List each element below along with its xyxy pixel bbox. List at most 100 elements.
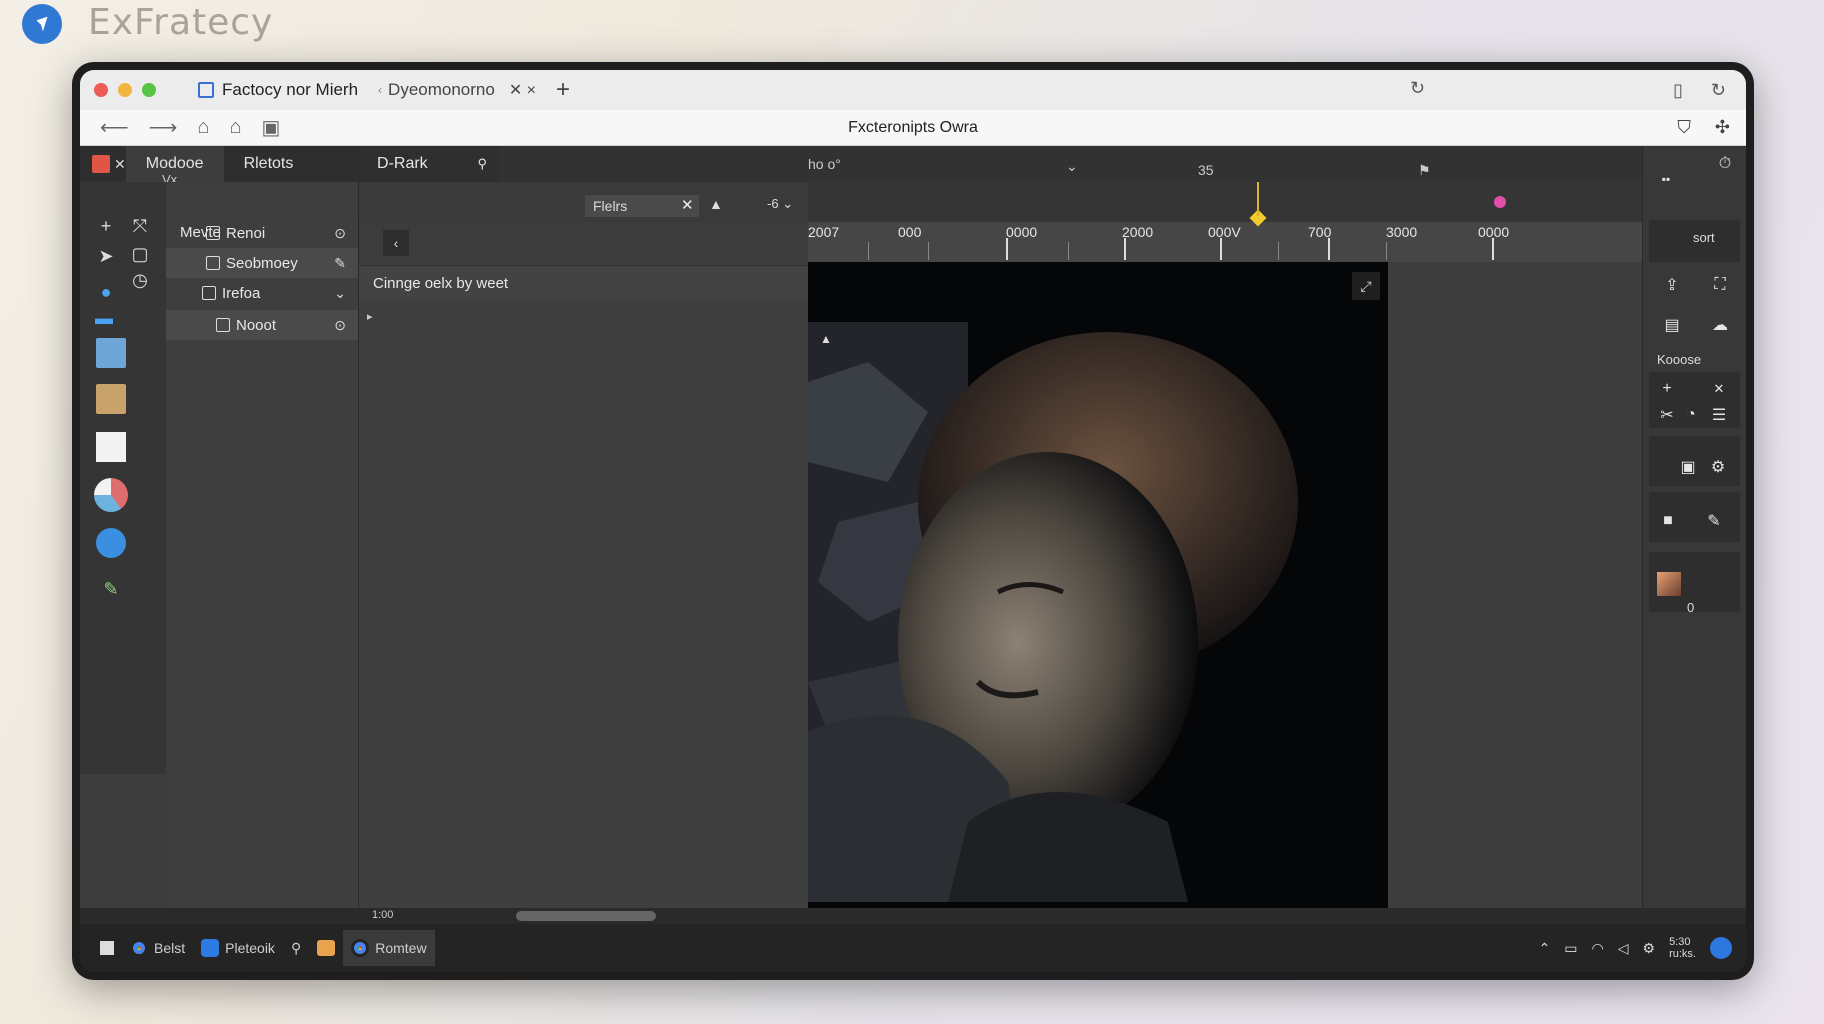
triangle-icon[interactable]: ▲ — [709, 196, 723, 212]
canvas-tool-icon[interactable] — [96, 432, 126, 462]
timeline-header: ho o° ⌄ 35 ⚑ — [808, 146, 1642, 182]
dropdown-select[interactable]: -6 ⌄ — [767, 196, 793, 212]
puppet-tool-icon[interactable] — [96, 384, 126, 414]
layer-row[interactable]: Irefoa ⌄ — [166, 278, 358, 308]
export-icon[interactable]: ⇪ — [1657, 270, 1687, 300]
menu-icon[interactable]: ▪▪ — [1657, 170, 1675, 188]
list-item[interactable]: Cinnge oelx by weet — [359, 266, 808, 300]
home-icon[interactable]: ⌂ — [197, 116, 209, 139]
search-button[interactable]: ⚲ — [283, 930, 309, 966]
close-filter-icon[interactable]: ✕ — [681, 196, 694, 214]
tool-rail: + ⤧ ➤ ▢ ◷ ● ▬ ✎ — [80, 182, 166, 774]
close-tab-icon[interactable]: ✕ × — [509, 80, 536, 100]
sort-box[interactable]: sort — [1649, 220, 1740, 262]
back-icon[interactable]: ⟵ — [100, 115, 129, 140]
crop-icon[interactable]: ⛶ — [1705, 270, 1735, 300]
taskbar-item[interactable]: Pleteoik — [193, 930, 283, 966]
taskbar-item-label: Belst — [154, 940, 186, 956]
reader-icon[interactable]: ▣ — [262, 115, 281, 140]
cloud-icon[interactable]: ☁ — [1705, 310, 1735, 340]
refresh-icon[interactable]: ↻ — [1711, 80, 1726, 101]
folder-button[interactable] — [309, 930, 343, 966]
taskbar-item[interactable]: Belst — [122, 930, 193, 966]
camera-icon[interactable]: ▣ — [1677, 456, 1699, 478]
gear-icon[interactable]: ⚙ — [1707, 456, 1729, 478]
notification-icon[interactable] — [1710, 937, 1732, 959]
tab-secondary[interactable]: ‹ Dyeomonorno ✕ × — [378, 80, 536, 100]
forward-icon[interactable]: ⟶ — [149, 115, 178, 140]
ruler-tick — [1278, 242, 1279, 260]
close-window-button[interactable] — [94, 83, 108, 97]
sidebar-toggle-icon[interactable]: ▯ — [1673, 80, 1683, 101]
rect-tool-icon[interactable]: ▬ — [90, 304, 118, 332]
keyframe-marker[interactable] — [1494, 196, 1506, 208]
settings-icon[interactable]: ⚙ — [1643, 940, 1656, 957]
timer-icon[interactable]: ⏱ — [1713, 152, 1737, 176]
sync-icon[interactable]: ↻ — [1410, 78, 1425, 99]
chrome-icon — [351, 939, 370, 957]
tab-rletots[interactable]: Rletots — [224, 146, 314, 182]
ruler-label: 2007 — [808, 224, 840, 240]
chevron-down-icon[interactable]: ⌄ — [334, 285, 346, 302]
battery-icon[interactable]: ▭ — [1564, 940, 1577, 957]
tabbar-actions: ▯ ↻ — [1673, 80, 1726, 101]
brush-tool-icon[interactable] — [96, 338, 126, 368]
transform-tool-icon[interactable]: ⤧ — [126, 212, 154, 240]
app-icon — [201, 939, 220, 957]
tab-bar: Factocy nor Mierh ‹ Dyeomonorno ✕ × + ▯ … — [80, 70, 1746, 110]
feather-tool-icon[interactable]: ✎ — [96, 574, 126, 604]
clock-icon[interactable]: ◔ — [1679, 404, 1703, 426]
send-tool-icon[interactable]: ➤ — [92, 242, 120, 270]
ruler-tick — [1492, 238, 1494, 260]
edit-icon[interactable]: ✎ — [334, 255, 346, 272]
video-viewer[interactable]: ⤢ ▲ — [808, 262, 1388, 924]
start-button[interactable] — [92, 930, 122, 966]
close-icon[interactable]: ✕ — [114, 156, 126, 173]
pin-icon[interactable]: ⚲ — [477, 156, 487, 172]
shield-icon[interactable]: ⛉ — [1677, 117, 1691, 138]
thumbnail-image[interactable] — [1657, 572, 1681, 596]
tab-d-rark[interactable]: D-Rark ⚲ — [359, 146, 499, 182]
ruler-tick — [868, 242, 869, 260]
clipboard-tool-icon[interactable]: ▢ — [126, 240, 154, 268]
volume-icon[interactable]: ◁ — [1618, 940, 1629, 957]
new-tab-button[interactable]: + — [556, 76, 570, 104]
close-icon[interactable]: ✕ — [1707, 378, 1731, 400]
tab-active[interactable]: Factocy nor Mierh — [186, 70, 370, 110]
layer-row[interactable]: Seobmoey ✎ — [166, 248, 358, 278]
flag-icon[interactable]: ⚑ — [1418, 162, 1431, 179]
pencil-icon[interactable]: ✎ — [1703, 510, 1725, 532]
tray-chevron-icon[interactable]: ⌃ — [1539, 940, 1551, 957]
library-icon[interactable]: ▤ — [1657, 310, 1687, 340]
square-icon[interactable]: ■ — [1657, 510, 1679, 532]
extensions-icon[interactable]: ✣ — [1715, 117, 1730, 138]
pen-tool-icon[interactable] — [96, 528, 126, 558]
scroll-thumb[interactable] — [516, 911, 656, 921]
minimize-window-button[interactable] — [118, 83, 132, 97]
add-tool-icon[interactable]: + — [92, 212, 120, 240]
horizontal-scrollbar[interactable]: 1:00 — [80, 908, 1746, 924]
wifi-icon[interactable]: ◠ — [1592, 940, 1604, 957]
timer-tool-icon[interactable]: ◷ — [126, 266, 154, 294]
visibility-icon[interactable]: ⊙ — [334, 317, 346, 334]
chevron-down-icon[interactable]: ⌄ — [1066, 158, 1078, 175]
visibility-icon[interactable]: ⊙ — [334, 225, 346, 242]
layer-row[interactable]: Nooot ⊙ — [166, 310, 358, 340]
url-field[interactable]: Fxcteronipts Owra — [80, 119, 1746, 137]
maximize-window-button[interactable] — [142, 83, 156, 97]
layer-row[interactable]: Renoi ⊙ — [166, 218, 358, 248]
clock[interactable]: 5:30 ru:ks. — [1669, 936, 1696, 960]
bucket-tool-icon[interactable]: ● — [92, 278, 120, 306]
expand-icon[interactable]: ⤢ — [1352, 272, 1380, 300]
arrow-right-icon[interactable]: ▸ — [367, 310, 373, 323]
add-icon[interactable]: + — [1655, 378, 1679, 400]
color-wheel-icon[interactable] — [94, 478, 128, 512]
scissors-icon[interactable]: ✂ — [1655, 404, 1679, 426]
taskbar-item[interactable]: Romtew — [343, 930, 435, 966]
timeline-ruler[interactable]: 2007 000 0000 2000 000V 700 3000 0000 — [808, 182, 1642, 262]
back-button[interactable]: ‹ — [383, 230, 409, 256]
list-icon[interactable]: ☰ — [1707, 404, 1731, 426]
playhead-line — [1257, 182, 1259, 216]
address-actions: ⛉ ✣ — [1677, 117, 1730, 138]
home-alt-icon[interactable]: ⌂ — [229, 116, 241, 139]
